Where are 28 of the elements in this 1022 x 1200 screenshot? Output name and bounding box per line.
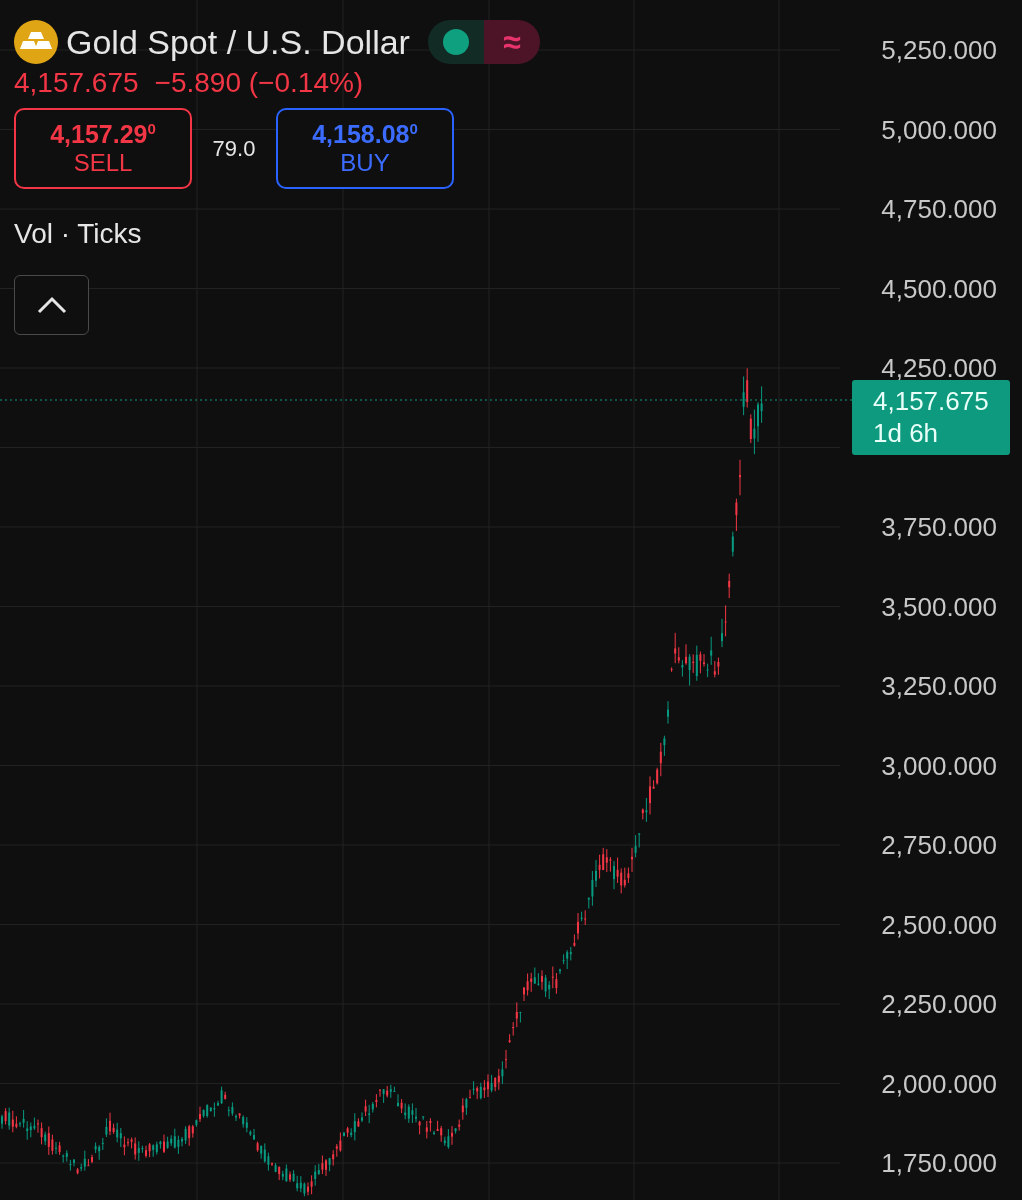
collapse-button[interactable] [14, 275, 89, 335]
last-price-value: 4,157.675 [873, 385, 990, 417]
price-change: −5.890 (−0.14%) [154, 66, 364, 100]
bar-countdown: 1d 6h [873, 417, 940, 449]
price-axis-label: 3,750.000 [881, 512, 997, 542]
market-open-dot-icon [442, 29, 469, 55]
price-axis-label: 4,250.000 [881, 353, 997, 383]
price-axis-label: 4,500.000 [881, 273, 997, 304]
price-axis-label: 5,250.000 [881, 35, 997, 65]
last-price: 4,157.675 [14, 66, 139, 100]
price-axis-label: 3,000.000 [881, 750, 997, 781]
bullion-bars-icon [14, 20, 58, 64]
price-axis-label: 3,500.000 [881, 591, 997, 622]
price-axis-label: 2,000.000 [881, 1068, 997, 1099]
price-axis-label: 5,000.000 [881, 114, 997, 145]
price-axis-label: 2,250.000 [881, 989, 997, 1019]
market-status-toggle[interactable] [427, 20, 484, 64]
price-axis-label: 2,750.000 [881, 830, 997, 860]
price-axis-label: 1,750.000 [881, 1148, 997, 1178]
spread-value: 79.0 [211, 135, 257, 163]
price-axis-label: 2,500.000 [881, 909, 997, 940]
price-axis-label: 3,250.000 [881, 671, 997, 701]
price-axis-label: 4,750.000 [881, 194, 997, 224]
delay-indicator[interactable]: ≈ [483, 20, 540, 64]
indicator-label: Vol · Ticks [14, 217, 143, 251]
buy-button[interactable]: 4,158.08$^{0}$ BUY [276, 108, 454, 189]
sell-button[interactable]: 4,157.29$^{0}$ SELL [14, 108, 192, 189]
instrument-title: Gold Spot / U.S. Dollar [66, 22, 410, 62]
